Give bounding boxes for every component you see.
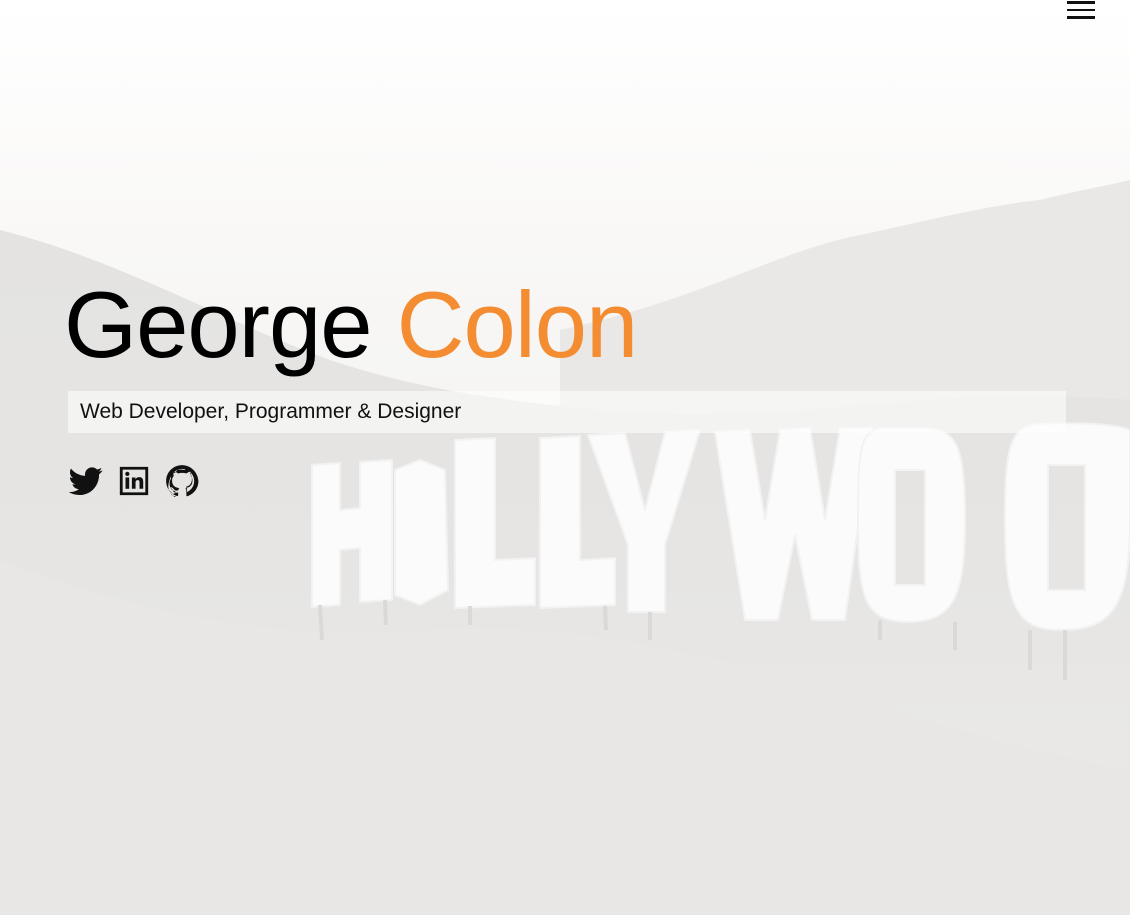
social-links — [69, 464, 199, 498]
twitter-link[interactable] — [69, 464, 103, 498]
hamburger-menu-icon[interactable] — [1067, 0, 1095, 20]
linkedin-icon — [119, 466, 149, 496]
github-icon — [166, 465, 199, 498]
hero-name: George Colon — [64, 270, 639, 380]
hero-first-name: George — [64, 272, 373, 377]
hero-last-name: Colon — [396, 272, 639, 377]
hero-background-image — [0, 0, 1130, 915]
twitter-icon — [69, 467, 103, 496]
github-link[interactable] — [165, 464, 199, 498]
linkedin-link[interactable] — [117, 464, 151, 498]
hero-tagline: Web Developer, Programmer & Designer — [80, 400, 462, 423]
hollywood-sign-photo — [0, 0, 1130, 915]
